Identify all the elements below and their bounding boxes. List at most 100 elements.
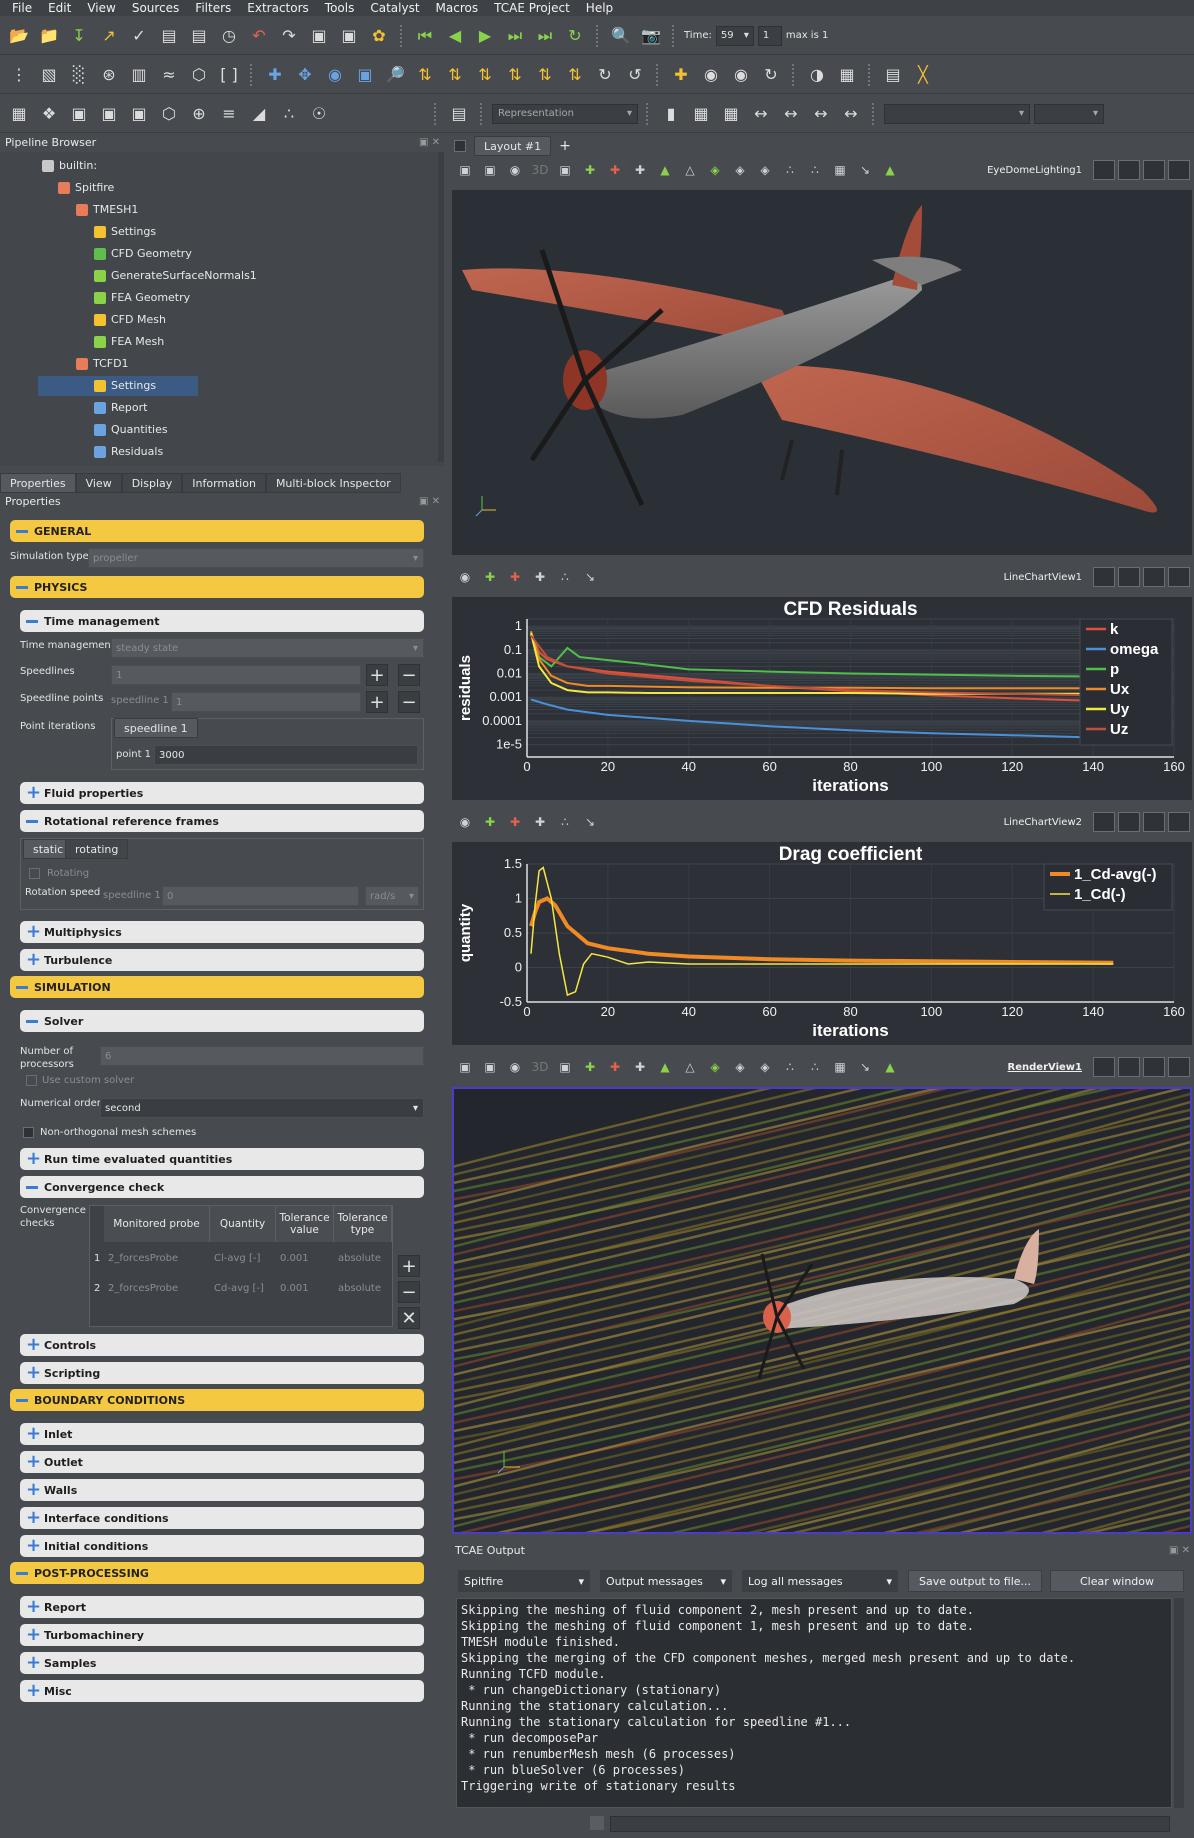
table-header[interactable]: Quantity [210,1206,276,1242]
grow-icon[interactable]: ◈ [729,160,751,180]
extract-icon[interactable]: ▦ [829,1057,851,1077]
output-filter-select[interactable]: Log all messages ▾ [742,1570,898,1592]
group-turbomachinery[interactable]: + Turbomachinery [20,1624,424,1646]
tab-view[interactable]: View [75,473,122,493]
group-fluid-properties[interactable]: + Fluid properties [20,782,424,804]
redo-icon[interactable]: ↷ [276,23,302,49]
close-view-button[interactable] [1168,1057,1190,1077]
drag-chart-view[interactable]: 0 20 40 60 80 100 120 140 160 1.5 1 0.5 0 -0.5 Drag co… [452,842,1192,1045]
first-frame-icon[interactable]: ⏮ [412,23,438,49]
polygon-icon[interactable]: ∴ [554,567,576,587]
select-cells-icon[interactable]: ✚ [579,160,601,180]
group-solver[interactable]: Solver [20,1010,424,1032]
view-plus-z-icon[interactable]: ⇅ [532,62,558,88]
rescale-icon[interactable]: ▦ [718,101,744,127]
zoom-data-icon[interactable]: ✥ [292,62,318,88]
split-horizontal-button[interactable] [1093,160,1115,180]
time-step-field[interactable]: 1 [757,25,782,46]
menu-help[interactable]: Help [586,1,613,15]
split-vertical-button[interactable] [1118,812,1140,832]
section-post-processing[interactable]: POST-PROCESSING [10,1562,424,1584]
split-horizontal-button[interactable] [1093,812,1115,832]
shrink-icon[interactable]: ◈ [754,1057,776,1077]
speedlines-field[interactable]: 1 [111,665,361,685]
add-speedline-button[interactable]: + [366,664,388,686]
non-orth-checkbox[interactable] [23,1127,34,1138]
render-view-spitfire[interactable] [452,190,1192,555]
add-layout-tab[interactable]: + [559,138,571,154]
screenshot-icon[interactable]: 📷 [638,23,664,49]
menu-tcae-project[interactable]: TCAE Project [494,1,570,15]
clear-checks-button[interactable]: ✕ [398,1307,420,1329]
zoom-box-icon[interactable]: ▣ [352,62,378,88]
save-data-icon[interactable]: ↧ [66,23,92,49]
remove-check-button[interactable]: − [398,1281,420,1303]
camera-redo-icon[interactable]: ▣ [336,23,362,49]
tab-multi-block-inspector[interactable]: Multi-block Inspector [265,473,401,493]
find-data-icon[interactable]: 🔍 [608,23,634,49]
numerical-order-select[interactable]: second ▾ [100,1098,424,1118]
camera-icon[interactable]: ◉ [504,1057,526,1077]
console-scrollbar[interactable] [1174,1598,1184,1808]
reset-camera-icon[interactable]: ✚ [262,62,288,88]
group-interface-conditions[interactable]: + Interface conditions [20,1507,424,1529]
pipeline-item[interactable]: Quantities [94,420,168,440]
select-block-icon[interactable]: △ [679,1057,701,1077]
orbit-icon[interactable]: ◉ [698,62,724,88]
extract-icon[interactable]: ▦ [829,160,851,180]
clear-icon[interactable]: ↘ [579,812,601,832]
rescale-time-icon[interactable]: ↔ [838,101,864,127]
select-icon[interactable]: ✚ [479,567,501,587]
color-array-select[interactable]: ▾ [884,103,1030,124]
table-cell[interactable]: 1 [90,1244,104,1272]
group-walls[interactable]: + Walls [20,1479,424,1501]
edit-color-map-icon[interactable]: ▦ [688,101,714,127]
previous-frame-icon[interactable]: ◀ [442,23,468,49]
pipeline-item[interactable]: GenerateSurfaceNormals1 [94,266,257,286]
capture-icon[interactable]: ▣ [479,160,501,180]
3d-toggle-icon[interactable]: 3D [529,1057,551,1077]
output-source-select[interactable]: Spitfire ▾ [458,1570,590,1592]
split-horizontal-button[interactable] [1093,1057,1115,1077]
3d-toggle-icon[interactable]: 3D [529,160,551,180]
pipeline-item[interactable]: CFD Mesh [94,310,166,330]
table-cell[interactable]: 2 [90,1274,104,1302]
box-icon[interactable]: ▣ [66,101,92,127]
disconnect-icon[interactable]: ✓ [126,23,152,49]
polygon-icon[interactable]: ∴ [554,812,576,832]
num-processors-field[interactable]: 6 [100,1046,424,1066]
select-block-icon[interactable]: △ [679,160,701,180]
section-simulation[interactable]: SIMULATION [10,976,424,998]
cube-icon[interactable]: ⬡ [186,62,212,88]
menu-tools[interactable]: Tools [325,1,355,15]
layout-1-tab[interactable]: Layout #1 [474,136,552,156]
maximize-button[interactable] [1143,160,1165,180]
output-console[interactable]: Skipping the meshing of fluid component … [456,1598,1172,1808]
menu-filters[interactable]: Filters [195,1,231,15]
close-view-button[interactable] [1168,812,1190,832]
tab-information[interactable]: Information [182,473,266,493]
menu-file[interactable]: File [12,1,32,15]
pipeline-item[interactable]: FEA Geometry [94,288,190,308]
maximize-button[interactable] [1143,812,1165,832]
palette-icon[interactable]: ✿ [366,23,392,49]
group-convergence-check[interactable]: Convergence check [20,1176,424,1198]
color-bar-icon[interactable]: ▮ [658,101,684,127]
section-boundary-conditions[interactable]: BOUNDARY CONDITIONS [10,1389,424,1411]
table-header[interactable]: Tolerance type [334,1206,392,1242]
bracket-icon[interactable]: [ ] [216,62,242,88]
interaction-mode-icon[interactable]: ✚ [668,62,694,88]
maximize-button[interactable] [1143,567,1165,587]
output-float-close-icon[interactable]: ▣ ✕ [1169,1540,1190,1562]
table-header[interactable]: Tolerance value [276,1206,334,1242]
screenshot-icon[interactable]: ▣ [454,160,476,180]
pipeline-item[interactable]: TCFD1 [76,354,129,374]
table-cell[interactable]: absolute [334,1244,392,1272]
group-scripting[interactable]: + Scripting [20,1362,424,1384]
rescale-visible-icon[interactable]: ↔ [808,101,834,127]
representation-select[interactable]: Representation ▾ [492,103,638,124]
select-icon[interactable]: ✚ [479,812,501,832]
menu-macros[interactable]: Macros [436,1,479,15]
split-horizontal-button[interactable] [1093,567,1115,587]
section-physics[interactable]: PHYSICS [10,576,424,598]
